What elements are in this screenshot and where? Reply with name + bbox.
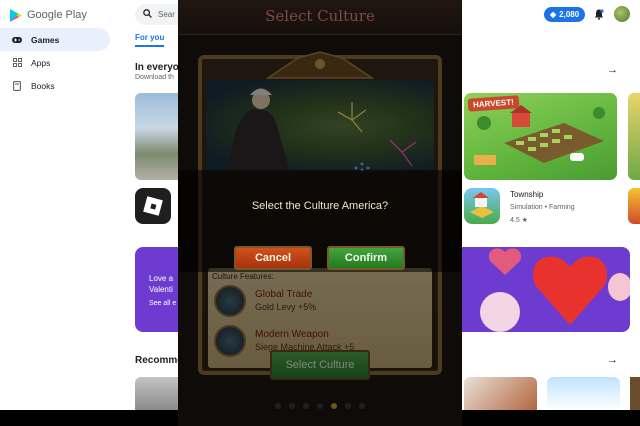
- avatar[interactable]: [614, 6, 630, 22]
- app-genre: Simulation • Farming: [510, 204, 575, 211]
- game-card-image[interactable]: [135, 377, 180, 410]
- book-icon: [12, 80, 22, 91]
- promo-title-line2: Valenti: [149, 285, 173, 294]
- sidebar-item-apps[interactable]: Apps: [0, 51, 110, 74]
- play-points-badge[interactable]: ◆ 2,080: [544, 7, 586, 22]
- top-tabs: For you: [135, 33, 165, 47]
- search-icon: [143, 9, 152, 20]
- play-triangle-icon: [10, 8, 22, 22]
- section-title: Recomme: [135, 355, 183, 366]
- game-card-image[interactable]: [630, 377, 640, 410]
- search-placeholder: Sear: [158, 10, 175, 19]
- arrow-right-icon[interactable]: →: [607, 354, 618, 366]
- app-rating: 4.5 ★: [510, 217, 528, 224]
- confirm-question: Select the Culture America?: [251, 200, 389, 212]
- apps-grid-icon: [12, 58, 22, 68]
- promo-see-all-link[interactable]: See all e: [149, 300, 176, 307]
- confirm-button[interactable]: Confirm: [327, 246, 405, 270]
- heart-balloons-illustration: [480, 248, 630, 332]
- app-title[interactable]: Township: [510, 190, 543, 199]
- confirm-dialog: [178, 170, 462, 272]
- google-play-logo[interactable]: Google Play: [10, 6, 87, 24]
- brand-name: Google Play: [27, 9, 87, 21]
- gamepad-icon: [12, 35, 22, 45]
- tab-for-you[interactable]: For you: [135, 33, 165, 47]
- township-banner[interactable]: HARVEST!: [464, 93, 617, 180]
- farm-illustration: [474, 105, 605, 165]
- sidebar-item-label: Apps: [31, 57, 51, 68]
- section-title: In everyo: [135, 62, 179, 73]
- notification-bell-icon[interactable]: [594, 9, 604, 20]
- game-card-image[interactable]: [628, 93, 640, 180]
- promo-title-line1: Love a: [149, 274, 174, 283]
- sidebar-item-games[interactable]: Games: [0, 28, 110, 51]
- game-card-image[interactable]: [464, 377, 537, 410]
- cancel-button[interactable]: Cancel: [234, 246, 312, 270]
- sidebar-item-books[interactable]: Books: [0, 74, 110, 97]
- sidebar-item-label: Games: [31, 34, 60, 45]
- section-subtitle: Download th: [135, 74, 174, 81]
- sidebar-item-label: Books: [31, 80, 55, 91]
- game-card-image[interactable]: [135, 93, 180, 180]
- arrow-right-icon[interactable]: →: [607, 64, 618, 76]
- points-value: 2,080: [559, 10, 580, 19]
- township-app-icon[interactable]: [464, 188, 500, 224]
- sidebar: Games Apps Books: [0, 28, 110, 97]
- diamond-icon: ◆: [550, 10, 557, 19]
- roblox-app-icon[interactable]: [135, 188, 171, 224]
- game-card-image[interactable]: [547, 377, 620, 410]
- app-icon-partial[interactable]: [628, 188, 640, 224]
